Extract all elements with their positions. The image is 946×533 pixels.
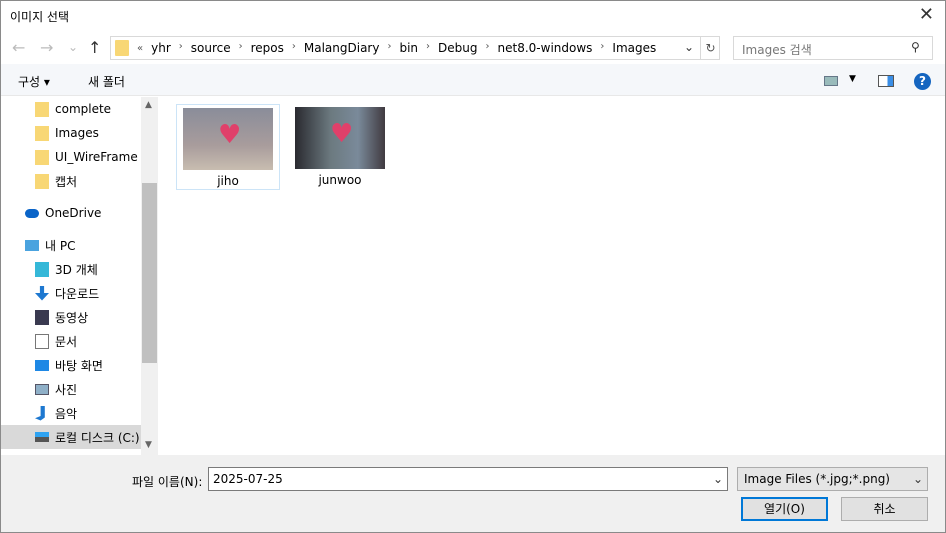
sidebar-item[interactable]: 음악 bbox=[1, 401, 142, 425]
breadcrumb-item[interactable]: yhr bbox=[151, 41, 171, 55]
sidebar-item[interactable]: 캡처 bbox=[1, 169, 142, 193]
organize-button[interactable]: 구성 ▾ bbox=[18, 73, 50, 90]
help-icon[interactable]: ? bbox=[914, 73, 931, 90]
close-button[interactable]: ✕ bbox=[919, 4, 934, 25]
folder-icon bbox=[115, 40, 129, 56]
nav-scrollbar-thumb[interactable] bbox=[142, 183, 157, 363]
scroll-down-icon[interactable]: ▼ bbox=[145, 440, 152, 450]
new-folder-button[interactable]: 새 폴더 bbox=[88, 73, 125, 90]
filename-dropdown-icon[interactable]: ⌄ bbox=[713, 472, 723, 486]
sidebar-item[interactable]: 내 PC bbox=[1, 233, 142, 257]
sidebar-item-label: 동영상 bbox=[55, 310, 89, 325]
heart-sticker-icon: ♥ bbox=[218, 120, 242, 150]
back-button[interactable]: ← bbox=[12, 38, 25, 57]
file-type-select[interactable]: Image Files (*.jpg;*.png) bbox=[737, 467, 928, 491]
breadcrumb-item[interactable]: Images bbox=[612, 41, 656, 55]
breadcrumb-item[interactable]: source bbox=[191, 41, 231, 55]
open-button[interactable]: 열기(O) bbox=[741, 497, 828, 521]
breadcrumb-item[interactable]: repos bbox=[251, 41, 284, 55]
search-icon: ⚲ bbox=[911, 40, 920, 54]
filename-input[interactable]: 2025-07-25 bbox=[208, 467, 728, 491]
sidebar-item-label: 내 PC bbox=[45, 238, 76, 253]
preview-pane-icon[interactable] bbox=[878, 75, 894, 87]
file-item[interactable]: ♥ junwoo bbox=[288, 104, 392, 190]
sidebar-item-label: 문서 bbox=[55, 334, 78, 349]
music-icon bbox=[35, 405, 45, 421]
video-icon bbox=[35, 309, 49, 325]
cloud-icon bbox=[25, 208, 39, 218]
sidebar-item-label: 바탕 화면 bbox=[55, 358, 103, 373]
pc-icon bbox=[25, 239, 39, 251]
window-title: 이미지 선택 bbox=[10, 10, 70, 24]
image-thumbnail: ♥ bbox=[295, 107, 385, 169]
breadcrumb-separator[interactable]: › bbox=[426, 41, 430, 55]
folder-icon bbox=[35, 149, 49, 165]
refresh-button[interactable]: ↻ bbox=[700, 36, 720, 60]
breadcrumb-separator[interactable]: › bbox=[387, 41, 391, 55]
address-dropdown[interactable]: ⌄ bbox=[684, 40, 694, 54]
file-name: junwoo bbox=[318, 173, 362, 187]
cube-icon bbox=[35, 261, 49, 277]
download-icon bbox=[35, 285, 49, 301]
forward-button[interactable]: → bbox=[40, 38, 53, 57]
picture-icon bbox=[35, 383, 49, 395]
file-item[interactable]: ♥ jiho bbox=[176, 104, 280, 190]
breadcrumb-item[interactable]: bin bbox=[399, 41, 418, 55]
sidebar-item[interactable]: Images bbox=[1, 121, 142, 145]
sidebar-item[interactable]: 사진 bbox=[1, 377, 142, 401]
address-bar[interactable]: « yhr › source › repos › MalangDiary › bin › Debug… bbox=[110, 36, 720, 60]
view-icon[interactable] bbox=[824, 76, 838, 86]
sidebar-item[interactable]: 동영상 bbox=[1, 305, 142, 329]
breadcrumb-separator[interactable]: › bbox=[239, 41, 243, 55]
filename-label: 파일 이름(N): bbox=[132, 475, 203, 489]
image-thumbnail: ♥ bbox=[183, 108, 273, 170]
file-name: jiho bbox=[217, 174, 239, 188]
cancel-button[interactable]: 취소 bbox=[841, 497, 928, 521]
sidebar-item-label: 음악 bbox=[55, 406, 78, 421]
sidebar-item[interactable]: UI_WireFrame bbox=[1, 145, 142, 169]
sidebar-item-label: 3D 개체 bbox=[55, 262, 98, 277]
breadcrumb-separator[interactable]: › bbox=[486, 41, 490, 55]
desktop-icon bbox=[35, 359, 49, 371]
search-input[interactable]: Images 검색 bbox=[733, 36, 933, 60]
navigation-pane: complete Images UI_WireFrame 캡처 OneDrive 내 PC… bbox=[1, 97, 142, 455]
breadcrumb-separator[interactable]: › bbox=[179, 41, 183, 55]
sidebar-item[interactable]: complete bbox=[1, 97, 142, 121]
breadcrumb-item[interactable]: net8.0-windows bbox=[498, 41, 593, 55]
sidebar-item-label: UI_WireFrame bbox=[55, 150, 138, 164]
sidebar-item-label: complete bbox=[55, 102, 112, 116]
breadcrumb-item[interactable]: MalangDiary bbox=[304, 41, 380, 55]
sidebar-item-label: Images bbox=[55, 126, 99, 140]
scroll-up-icon[interactable]: ▲ bbox=[145, 100, 152, 110]
sidebar-item[interactable]: 다운로드 bbox=[1, 281, 142, 305]
toolbar bbox=[1, 64, 945, 96]
heart-sticker-icon: ♥ bbox=[330, 119, 354, 149]
view-dropdown-icon[interactable]: ▼ bbox=[849, 74, 856, 84]
breadcrumb-separator[interactable]: › bbox=[292, 41, 296, 55]
folder-icon bbox=[35, 125, 49, 141]
overflow-chevron[interactable]: « bbox=[137, 43, 143, 54]
folder-icon bbox=[35, 173, 49, 189]
sidebar-item[interactable]: 바탕 화면 bbox=[1, 353, 142, 377]
recent-locations-button[interactable]: ⌄ bbox=[68, 40, 78, 54]
sidebar-item[interactable]: 문서 bbox=[1, 329, 142, 353]
sidebar-item-label: OneDrive bbox=[45, 206, 102, 220]
sidebar-item-label: 사진 bbox=[55, 382, 78, 397]
sidebar-item[interactable]: 3D 개체 bbox=[1, 257, 142, 281]
breadcrumb-item[interactable]: Debug bbox=[438, 41, 477, 55]
drive-icon bbox=[35, 432, 49, 442]
sidebar-item[interactable]: OneDrive bbox=[1, 201, 142, 225]
document-icon bbox=[35, 333, 49, 349]
chevron-down-icon[interactable]: ⌄ bbox=[913, 472, 923, 486]
breadcrumb-separator[interactable]: › bbox=[600, 41, 604, 55]
sidebar-item-label: 캡처 bbox=[55, 174, 78, 189]
sidebar-item[interactable]: 로컬 디스크 (C:) bbox=[1, 425, 142, 449]
sidebar-item-label: 다운로드 bbox=[55, 286, 100, 301]
sidebar-item-label: 로컬 디스크 (C:) bbox=[55, 430, 140, 445]
up-button[interactable]: ↑ bbox=[88, 38, 101, 57]
folder-icon bbox=[35, 101, 49, 117]
